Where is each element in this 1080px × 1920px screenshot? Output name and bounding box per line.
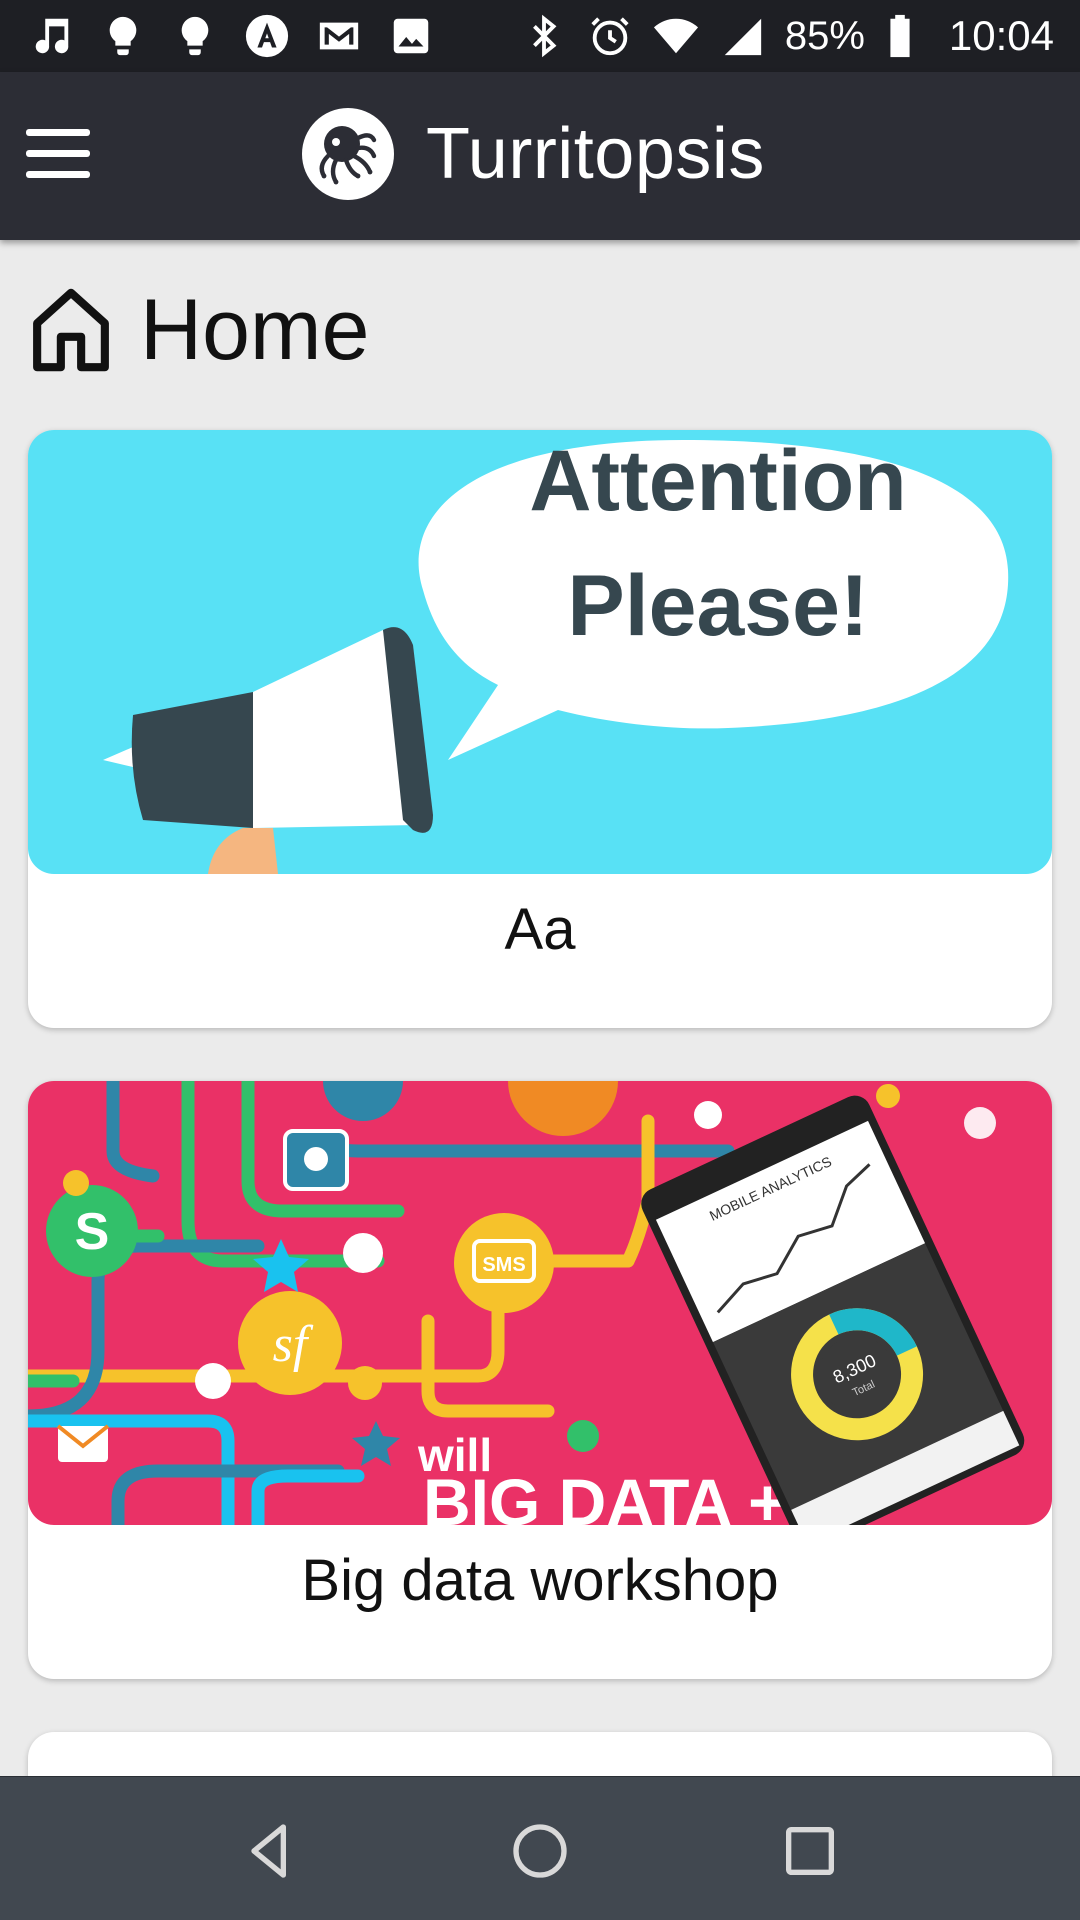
battery-icon (885, 13, 915, 59)
battery-percent: 85% (784, 13, 865, 58)
lightbulb-icon (100, 13, 146, 59)
recent-apps-icon[interactable] (770, 1811, 850, 1891)
wifi-icon (653, 13, 699, 59)
sms-label: SMS (482, 1254, 525, 1276)
card-image-megaphone: Attention Please! (28, 430, 1052, 874)
hamburger-menu-icon[interactable] (26, 118, 106, 188)
clock: 10:04 (948, 12, 1054, 59)
post-card[interactable]: Attention Please! Aa (28, 430, 1052, 1028)
cell-signal-icon (719, 13, 765, 59)
infographic-text-2: BIG DATA + (423, 1465, 787, 1525)
music-note-icon (28, 13, 74, 59)
home-icon (33, 288, 109, 372)
app-title: Turritopsis (426, 114, 765, 194)
octopus-logo-icon (302, 108, 394, 200)
status-bar: 85% 10:04 (0, 0, 1080, 72)
image-icon (388, 13, 434, 59)
system-nav-bar (0, 1776, 1080, 1920)
post-card[interactable]: S sf SMS will BIG DATA + MOBILE ANALYTIC… (28, 1081, 1052, 1679)
page-heading: Home (30, 280, 369, 380)
bubble-text-1: Attention (529, 433, 906, 529)
alarm-icon (587, 13, 633, 59)
card-title: Big data workshop (301, 1548, 779, 1613)
bluetooth-icon (521, 13, 567, 59)
bubble-text-2: Please! (567, 558, 868, 654)
angular-icon (244, 13, 290, 59)
page-title: Home (140, 281, 370, 378)
card-title: Aa (504, 897, 576, 962)
svg-text:S: S (75, 1203, 110, 1261)
card-image-infographic: S sf SMS will BIG DATA + MOBILE ANALYTIC… (28, 1081, 1052, 1525)
home-circle-icon[interactable] (500, 1811, 580, 1891)
system-icons: 85% 10:04 (521, 0, 1054, 72)
lightbulb-icon (172, 13, 218, 59)
gmail-icon (316, 13, 362, 59)
notification-icons (28, 0, 434, 72)
back-icon[interactable] (230, 1811, 310, 1891)
brand: Turritopsis (302, 106, 765, 202)
app-bar: Turritopsis (0, 72, 1080, 240)
